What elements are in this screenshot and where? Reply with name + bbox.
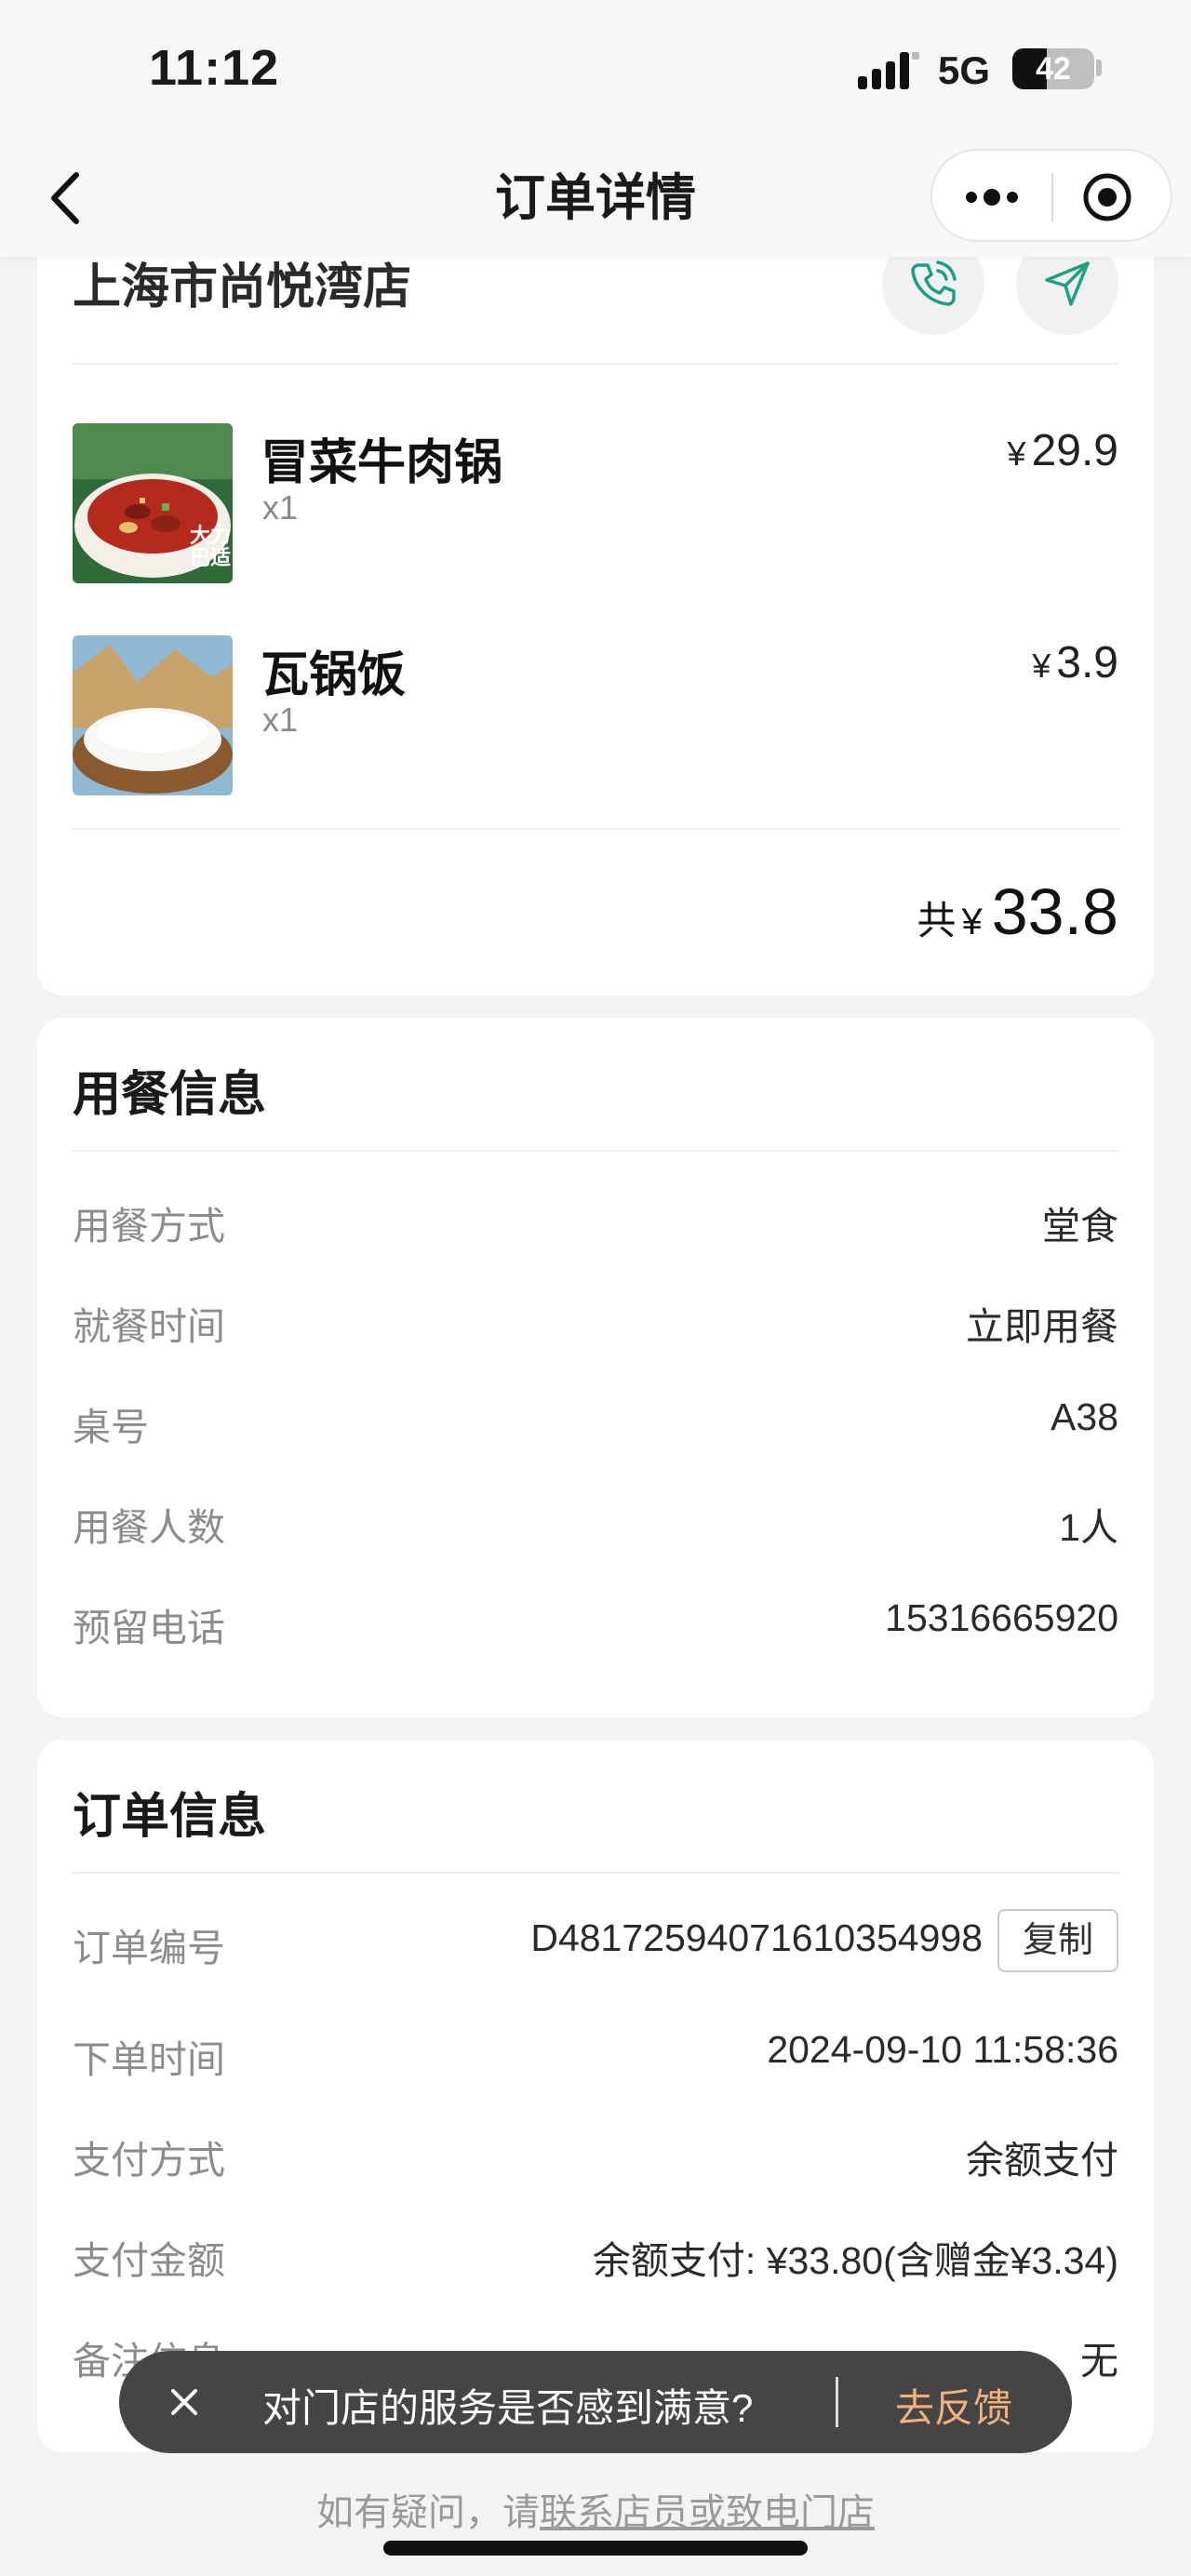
info-value: 余额支付: ¥33.80(含赠金¥3.34)	[592, 2239, 1118, 2282]
section-title: 订单信息	[73, 1790, 267, 1844]
info-value: 堂食	[1042, 1205, 1118, 1248]
item-quantity: x1	[262, 701, 299, 739]
item-price: ¥29.9	[1008, 425, 1118, 476]
info-label: 用餐人数	[73, 1506, 225, 1549]
toast-message: 对门店的服务是否感到满意?	[262, 2386, 754, 2430]
toast-divider	[836, 2377, 838, 2427]
battery-level: 42	[1036, 51, 1071, 87]
item-name: 瓦锅饭	[261, 648, 407, 702]
info-label: 支付金额	[73, 2239, 225, 2282]
total-prefix: 共	[917, 899, 957, 942]
close-target-icon[interactable]	[1081, 171, 1133, 223]
info-label: 就餐时间	[73, 1305, 225, 1348]
order-items-card: 上海市尚悦湾店 大力 巴适 冒菜牛肉锅 x1 ¥ 29.9 瓦锅饭 x1 ¥ 3…	[37, 223, 1154, 995]
currency-symbol: ¥	[1032, 647, 1051, 685]
status-bar: 11:12 5G 42	[0, 0, 1191, 140]
info-row: 订单编号 D48172594071610354998 复制	[73, 1909, 1118, 1972]
signal-icon	[858, 52, 919, 89]
contact-store-link[interactable]: 联系店员或致电门店	[540, 2492, 875, 2533]
svg-text:巴适: 巴适	[190, 547, 231, 570]
battery-tip	[1096, 60, 1102, 76]
status-time: 11:12	[149, 40, 280, 96]
home-indicator	[383, 2541, 808, 2556]
info-row: 支付金额 余额支付: ¥33.80(含赠金¥3.34)	[73, 2229, 1118, 2285]
close-icon[interactable]	[164, 2382, 205, 2423]
total-amount: 33.8	[991, 875, 1118, 948]
info-label: 下单时间	[73, 2038, 225, 2081]
info-value: 余额支付	[966, 2139, 1118, 2182]
info-row: 桌号 A38	[73, 1395, 1118, 1451]
capsule-divider	[1051, 173, 1053, 221]
order-total: 共 ¥33.8	[917, 874, 1118, 949]
footer-prefix: 如有疑问，请	[316, 2492, 540, 2533]
divider	[73, 828, 1118, 830]
divider	[73, 363, 1118, 365]
store-name: 上海市尚悦湾店	[73, 260, 412, 314]
divider	[73, 1150, 1118, 1152]
feedback-toast: 对门店的服务是否感到满意? 去反馈	[119, 2351, 1072, 2453]
order-info-card: 订单信息 订单编号 D48172594071610354998 复制 下单时间 …	[37, 1740, 1154, 2452]
currency-symbol: ¥	[1007, 434, 1026, 473]
currency-symbol: ¥	[961, 901, 983, 942]
item-price: ¥3.9	[1032, 637, 1118, 688]
divider	[73, 1872, 1118, 1874]
info-value: 1人	[1059, 1506, 1118, 1549]
info-value: 立即用餐	[966, 1305, 1118, 1348]
section-title: 用餐信息	[73, 1068, 267, 1122]
order-item: 瓦锅饭 x1 ¥3.9	[73, 635, 1118, 795]
item-price-value: 3.9	[1056, 638, 1118, 687]
info-row: 用餐方式 堂食	[73, 1195, 1118, 1250]
phone-icon	[911, 260, 957, 306]
info-row: 下单时间 2024-09-10 11:58:36	[73, 2028, 1118, 2084]
order-item: 大力 巴适 冒菜牛肉锅 x1 ¥29.9	[73, 423, 1118, 583]
item-quantity: x1	[262, 488, 299, 527]
more-dots-icon[interactable]	[955, 169, 1029, 225]
info-label: 桌号	[73, 1406, 149, 1448]
mini-program-capsule	[930, 149, 1172, 242]
info-label: 订单编号	[73, 1927, 225, 1969]
info-row: 用餐人数 1人	[73, 1496, 1118, 1552]
info-value: 无	[1080, 2340, 1118, 2382]
beef-hotpot-image: 大力 巴适	[73, 423, 233, 583]
feedback-button[interactable]: 去反馈	[895, 2377, 1012, 2434]
info-row: 就餐时间 立即用餐	[73, 1295, 1118, 1351]
info-label: 预留电话	[73, 1607, 225, 1649]
order-number: D48172594071610354998	[530, 1916, 983, 1959]
info-value: A38	[1050, 1395, 1118, 1438]
navigation-arrow-icon	[1045, 261, 1090, 306]
svg-text:大力: 大力	[190, 525, 231, 548]
copy-button[interactable]: 复制	[997, 1909, 1118, 1972]
info-label: 支付方式	[73, 2139, 225, 2182]
item-name: 冒菜牛肉锅	[261, 436, 503, 490]
battery-icon: 42	[1012, 48, 1094, 89]
info-value: 15316665920	[885, 1596, 1118, 1639]
info-label: 用餐方式	[73, 1205, 225, 1248]
info-row: 支付方式 余额支付	[73, 2129, 1118, 2184]
item-price-value: 29.9	[1031, 426, 1118, 475]
rice-bowl-image	[73, 635, 233, 795]
network-label: 5G	[938, 48, 991, 92]
info-value: 2024-09-10 11:58:36	[767, 2028, 1118, 2071]
nav-bar: 订单详情	[0, 140, 1191, 257]
dining-info-card: 用餐信息 用餐方式 堂食 就餐时间 立即用餐 桌号 A38 用餐人数 1人 预留…	[37, 1018, 1154, 1717]
footer-help: 如有疑问，请联系店员或致电门店	[0, 2482, 1191, 2536]
info-row: 预留电话 15316665920	[73, 1596, 1118, 1652]
